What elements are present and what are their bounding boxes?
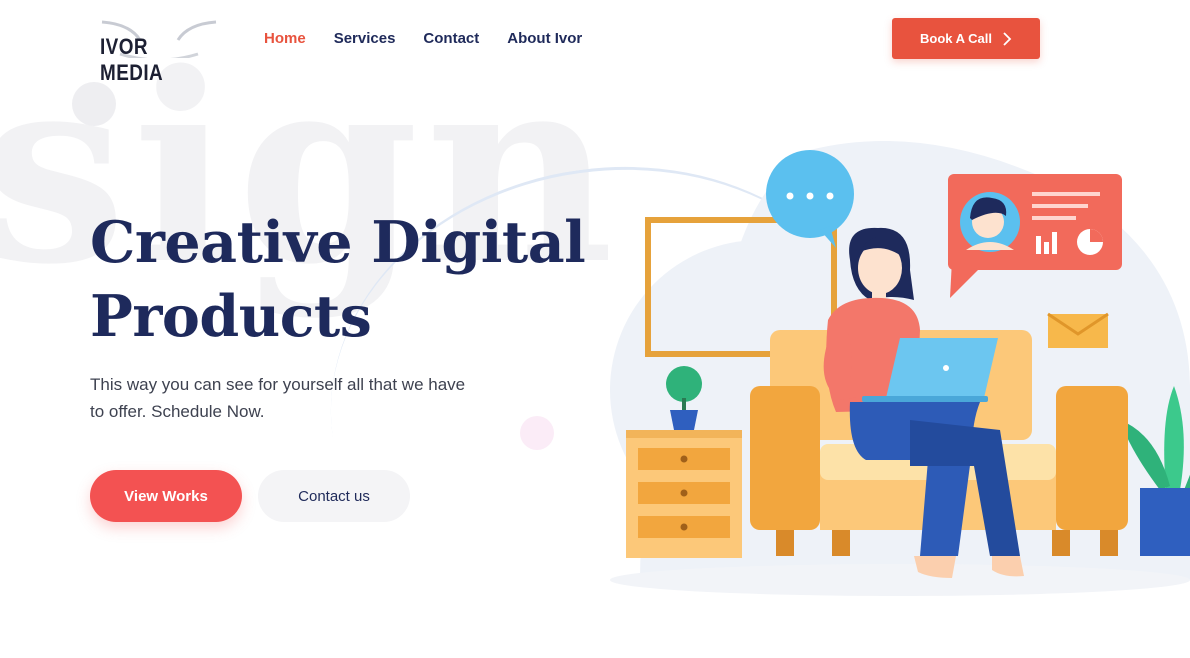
book-a-call-button[interactable]: Book A Call — [892, 18, 1040, 59]
hero-description: This way you can see for yourself all th… — [90, 375, 466, 421]
book-a-call-label: Book A Call — [920, 31, 992, 46]
hero-title-line-1: Creative Digital — [90, 209, 586, 276]
chevron-right-icon — [1003, 31, 1012, 46]
nav-item-home[interactable]: Home — [264, 30, 306, 47]
logo[interactable]: IVOR MEDIA — [98, 18, 228, 85]
background-dot — [72, 82, 116, 126]
envelope-icon — [1047, 312, 1109, 348]
main-nav: Home Services Contact About Ivor — [264, 30, 582, 47]
background-pink-dot — [520, 416, 554, 450]
nav-item-contact[interactable]: Contact — [423, 30, 479, 47]
floor-shadow — [610, 564, 1190, 596]
view-works-button[interactable]: View Works — [90, 470, 242, 522]
contact-us-button[interactable]: Contact us — [258, 470, 410, 522]
side-cabinet — [626, 430, 742, 558]
nav-item-services[interactable]: Services — [334, 30, 396, 47]
logo-text: IVOR MEDIA — [100, 34, 164, 85]
hero-title: Creative Digital Products — [90, 206, 610, 354]
hero-title-line-2: Products — [90, 283, 372, 350]
nav-item-about-ivor[interactable]: About Ivor — [507, 30, 582, 47]
hero-illustration — [610, 141, 1190, 596]
